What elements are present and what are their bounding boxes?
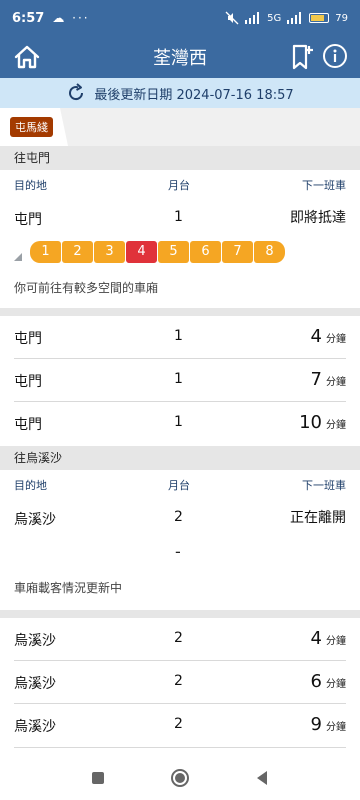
car-3: 3 xyxy=(94,241,125,263)
column-headers: 目的地 月台 下一班車 xyxy=(0,473,360,495)
car-1: 1 xyxy=(30,241,61,263)
occupancy-placeholder: - xyxy=(175,542,181,561)
row-destination: 屯門 xyxy=(14,374,42,390)
line-tab-bar: 屯馬綫 xyxy=(0,108,360,146)
train-row: 烏溪沙 2 4 分鐘 xyxy=(0,618,360,662)
row-minutes: 7 xyxy=(310,369,322,390)
row-unit: 分鐘 xyxy=(326,334,346,345)
row-destination: 烏溪沙 xyxy=(14,633,56,649)
status-right: 5G 79 xyxy=(225,11,348,25)
row-platform: 2 xyxy=(174,673,183,689)
row-platform: 2 xyxy=(174,716,183,732)
car-4: 4 xyxy=(126,241,157,263)
row-minutes: 4 xyxy=(310,628,322,649)
col-next-train: 下一班車 xyxy=(302,479,346,492)
section-title-wu-kai-sha: 往烏溪沙 xyxy=(0,446,360,470)
row-unit: 分鐘 xyxy=(326,636,346,647)
row-divider xyxy=(14,747,346,748)
col-destination: 目的地 xyxy=(14,179,47,192)
car-occupancy: 1 2 3 4 5 6 7 8 xyxy=(14,241,294,263)
col-platform: 月台 xyxy=(168,179,190,192)
row-platform: 1 xyxy=(174,371,183,387)
car-2: 2 xyxy=(62,241,93,263)
row-platform: 2 xyxy=(174,630,183,646)
row-next: 4 分鐘 xyxy=(311,628,346,649)
system-nav-bar xyxy=(0,756,360,800)
battery-fill xyxy=(311,15,325,21)
car-8: 8 xyxy=(254,241,285,263)
row-next: 10 分鐘 xyxy=(299,412,346,433)
col-platform: 月台 xyxy=(168,479,190,492)
row-next: 6 分鐘 xyxy=(311,671,346,692)
column-headers: 目的地 月台 下一班車 xyxy=(0,173,360,195)
bookmark-add-icon[interactable] xyxy=(290,42,316,72)
occupancy-note: 車廂載客情況更新中 xyxy=(14,581,123,595)
section-separator xyxy=(0,308,360,316)
battery-level: 79 xyxy=(335,12,348,24)
last-update-bar[interactable]: 最後更新日期 2024-07-16 18:57 xyxy=(0,78,360,108)
refresh-icon[interactable] xyxy=(66,83,86,103)
battery-icon xyxy=(309,13,330,23)
car-7: 7 xyxy=(222,241,253,263)
row-next: 即將抵達 xyxy=(290,207,346,227)
row-destination: 烏溪沙 xyxy=(14,512,56,528)
col-next-train: 下一班車 xyxy=(302,179,346,192)
info-icon[interactable] xyxy=(322,43,348,69)
home-nav-icon[interactable] xyxy=(168,766,192,790)
car-6: 6 xyxy=(190,241,221,263)
recents-icon[interactable] xyxy=(86,766,110,790)
status-bar: 6:57 ☁ ··· 5G 79 xyxy=(0,0,360,36)
row-next: 正在離開 xyxy=(290,507,346,527)
row-status: 正在離開 xyxy=(290,510,346,526)
row-unit: 分鐘 xyxy=(326,377,346,388)
occupancy-note: 你可前往有較多空間的車廂 xyxy=(14,281,159,295)
row-status: 即將抵達 xyxy=(290,210,346,226)
train-row: 烏溪沙 2 9 分鐘 xyxy=(0,704,360,748)
train-row: 屯門 1 4 分鐘 xyxy=(0,316,360,360)
train-row: 屯門 1 7 分鐘 xyxy=(0,359,360,403)
row-unit: 分鐘 xyxy=(326,420,346,431)
signal-icon xyxy=(245,12,260,24)
train-row: 烏溪沙 2 6 分鐘 xyxy=(0,661,360,705)
row-unit: 分鐘 xyxy=(326,722,346,733)
row-platform: 1 xyxy=(174,414,183,430)
section-title-tuen-mun: 往屯門 xyxy=(0,146,360,170)
row-next: 7 分鐘 xyxy=(311,369,346,390)
row-destination: 屯門 xyxy=(14,331,42,347)
app-header: 荃灣西 xyxy=(0,36,360,78)
tab-tuen-ma-line[interactable]: 屯馬綫 xyxy=(0,108,68,146)
section-separator xyxy=(0,610,360,618)
row-unit: 分鐘 xyxy=(326,679,346,690)
train-row-first: 屯門 1 即將抵達 xyxy=(0,197,360,241)
signal-icon-2 xyxy=(287,12,302,24)
row-destination: 烏溪沙 xyxy=(14,676,56,692)
row-minutes: 9 xyxy=(310,714,322,735)
row-destination: 烏溪沙 xyxy=(14,719,56,735)
line-label: 屯馬綫 xyxy=(10,117,53,137)
row-minutes: 10 xyxy=(299,412,322,433)
corner-indicator xyxy=(14,253,22,261)
col-destination: 目的地 xyxy=(14,479,47,492)
row-minutes: 6 xyxy=(310,671,322,692)
train-row-first: 烏溪沙 2 正在離開 xyxy=(0,497,360,541)
row-next: 9 分鐘 xyxy=(311,714,346,735)
network-type: 5G xyxy=(267,12,282,24)
row-minutes: 4 xyxy=(310,326,322,347)
status-time: 6:57 xyxy=(12,10,45,26)
row-platform: 1 xyxy=(174,328,183,344)
row-destination: 屯門 xyxy=(14,212,42,228)
row-platform: 2 xyxy=(174,509,183,525)
back-icon[interactable] xyxy=(250,766,274,790)
row-destination: 屯門 xyxy=(14,417,42,433)
car-5: 5 xyxy=(158,241,189,263)
mute-icon xyxy=(225,11,239,25)
row-next: 4 分鐘 xyxy=(311,326,346,347)
last-update-text: 最後更新日期 2024-07-16 18:57 xyxy=(94,87,294,103)
notification-icons: ☁ ··· xyxy=(52,11,90,25)
row-platform: 1 xyxy=(174,209,183,225)
train-row: 屯門 1 10 分鐘 xyxy=(0,402,360,446)
